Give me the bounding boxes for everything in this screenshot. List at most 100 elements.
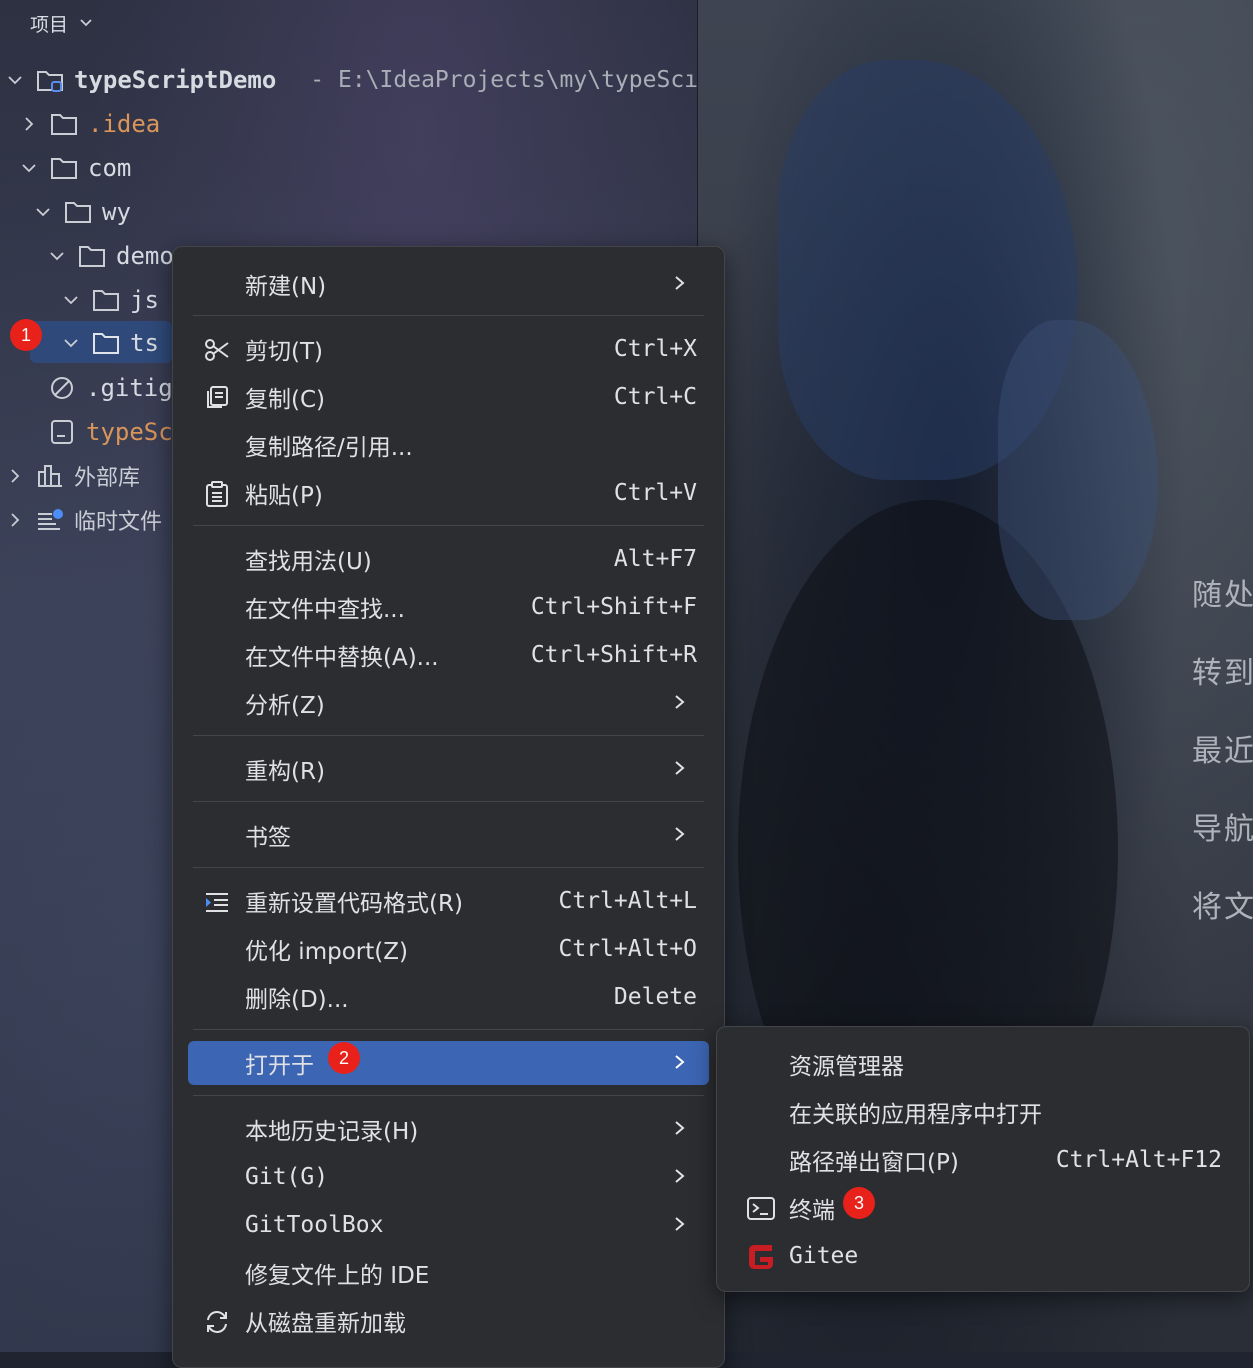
folder-icon [92, 287, 122, 313]
menu-item-reload-from-disk[interactable]: 从磁盘重新加载 [188, 1299, 709, 1343]
tree-item-label: ts [130, 329, 159, 357]
tree-item-scratches[interactable]: 临时文件 [6, 500, 162, 540]
welcome-hint-goto-file: 转到 [1192, 656, 1253, 691]
chevron-down-icon[interactable] [62, 334, 80, 352]
chevron-right-icon [675, 761, 685, 775]
chevron-right-icon [675, 1121, 685, 1135]
tree-item-com[interactable]: com [20, 148, 131, 188]
menu-item-label: 修复文件上的 IDE [245, 1263, 430, 1289]
menu-separator [193, 315, 704, 316]
menu-item-label: GitToolBox [245, 1212, 384, 1238]
menu-item-label: 删除(D)... [245, 987, 349, 1013]
menu-item-label: 从磁盘重新加载 [245, 1311, 406, 1337]
menu-item-shortcut: Ctrl+V [613, 480, 697, 506]
menu-separator [193, 735, 704, 736]
tree-item-label: 外部库 [74, 466, 141, 491]
step-badge-1: 1 [10, 319, 42, 351]
folder-icon [50, 111, 80, 137]
menu-item-optimize-imports[interactable]: 优化 import(Z) Ctrl+Alt+O [188, 927, 709, 971]
step-badge-2: 2 [328, 1042, 360, 1074]
menu-item-cut[interactable]: 剪切(T) Ctrl+X [188, 327, 709, 371]
submenu-item-label: Gitee [789, 1243, 859, 1269]
welcome-hint-navigation-bar: 导航 [1192, 812, 1253, 847]
terminal-icon [745, 1193, 777, 1225]
tree-item-demo[interactable]: demo [48, 236, 174, 276]
menu-item-replace-in-files[interactable]: 在文件中替换(A)... Ctrl+Shift+R [188, 633, 709, 677]
welcome-hint-recent-files: 最近 [1192, 734, 1253, 769]
reload-icon [202, 1307, 232, 1337]
menu-item-new[interactable]: 新建(N) [188, 262, 709, 306]
tree-item-label: .idea [88, 110, 161, 138]
submenu-item-label: 资源管理器 [789, 1054, 904, 1080]
module-folder-icon [36, 67, 66, 93]
submenu-item-label: 在关联的应用程序中打开 [789, 1102, 1042, 1128]
tree-item-ts[interactable]: ts [62, 323, 159, 363]
menu-item-git[interactable]: Git(G) [188, 1155, 709, 1199]
menu-item-copy-path[interactable]: 复制路径/引用... [188, 423, 709, 467]
welcome-hint-drop-files: 将文 [1192, 890, 1253, 925]
tree-item-label: demo [116, 242, 174, 270]
chevron-right-icon[interactable] [6, 511, 24, 529]
submenu-item-associated-app[interactable]: 在关联的应用程序中打开 [717, 1089, 1249, 1135]
submenu-item-explorer[interactable]: 资源管理器 [717, 1041, 1249, 1087]
menu-item-paste[interactable]: 粘贴(P) Ctrl+V [188, 471, 709, 515]
menu-item-shortcut: Ctrl+X [613, 336, 697, 362]
chevron-down-icon[interactable] [48, 247, 66, 265]
chevron-down-icon[interactable] [6, 71, 24, 89]
folder-icon [92, 330, 122, 356]
menu-item-local-history[interactable]: 本地历史记录(H) [188, 1107, 709, 1151]
tree-item-label: wy [102, 198, 131, 226]
menu-item-open-in[interactable]: 打开于 [188, 1041, 709, 1085]
menu-item-analyze[interactable]: 分析(Z) [188, 681, 709, 725]
menu-item-gittoolbox[interactable]: GitToolBox [188, 1203, 709, 1247]
menu-item-shortcut: Ctrl+Shift+F [530, 594, 697, 620]
menu-item-bookmarks[interactable]: 书签 [188, 813, 709, 857]
tree-item-wy[interactable]: wy [34, 192, 131, 232]
tree-item-js[interactable]: js [62, 280, 159, 320]
menu-item-label: 本地历史记录(H) [245, 1119, 419, 1145]
tree-item-iml[interactable]: typeSc [48, 412, 173, 452]
copy-icon [202, 383, 232, 413]
submenu-item-terminal[interactable]: 终端 [717, 1185, 1249, 1231]
background-art-shape [998, 320, 1158, 620]
tree-item-gitignore[interactable]: .gitig [48, 368, 173, 408]
tree-item-idea[interactable]: .idea [20, 104, 160, 144]
menu-item-repair-ide[interactable]: 修复文件上的 IDE [188, 1251, 709, 1295]
menu-item-shortcut: Ctrl+Alt+O [558, 936, 697, 962]
step-badge-3: 3 [843, 1187, 875, 1219]
tree-item-label: 临时文件 [74, 510, 163, 535]
folder-icon [64, 199, 94, 225]
chevron-right-icon [675, 1169, 685, 1183]
menu-separator [193, 525, 704, 526]
menu-item-label: 剪切(T) [245, 339, 323, 365]
module-file-icon [48, 419, 78, 445]
tree-item-typescriptdemo[interactable]: typeScriptDemo - E:\IdeaProjects\my\type… [6, 60, 698, 100]
menu-item-label: 在文件中替换(A)... [245, 645, 439, 671]
menu-item-refactor[interactable]: 重构(R) [188, 747, 709, 791]
scissors-icon [202, 335, 232, 365]
chevron-down-icon[interactable] [20, 159, 38, 177]
menu-item-copy[interactable]: 复制(C) Ctrl+C [188, 375, 709, 419]
chevron-right-icon[interactable] [6, 467, 24, 485]
context-menu: 新建(N) 剪切(T) Ctrl+X 复制(C) Ctrl+C 复制路径/引用.… [172, 246, 725, 1368]
tree-item-external-libraries[interactable]: 外部库 [6, 456, 140, 496]
menu-separator [193, 867, 704, 868]
chevron-right-icon[interactable] [20, 115, 38, 133]
submenu-item-label: 路径弹出窗口(P) [789, 1150, 959, 1176]
submenu-item-gitee[interactable]: Gitee [717, 1233, 1249, 1279]
chevron-down-icon[interactable] [34, 203, 52, 221]
project-pane-title[interactable]: 项目 [30, 10, 94, 37]
menu-item-delete[interactable]: 删除(D)... Delete [188, 975, 709, 1019]
folder-icon [50, 155, 80, 181]
menu-item-reformat-code[interactable]: 重新设置代码格式(R) Ctrl+Alt+L [188, 879, 709, 923]
menu-item-find-in-files[interactable]: 在文件中查找... Ctrl+Shift+F [188, 585, 709, 629]
chevron-down-icon[interactable] [62, 291, 80, 309]
tree-item-label: com [88, 154, 132, 182]
menu-item-label: 复制路径/引用... [245, 435, 413, 461]
menu-item-label: 优化 import(Z) [245, 939, 408, 965]
chevron-down-icon [78, 14, 94, 34]
menu-separator [193, 1029, 704, 1030]
submenu-item-path-popup[interactable]: 路径弹出窗口(P) Ctrl+Alt+F12 [717, 1137, 1249, 1183]
menu-item-shortcut: Alt+F7 [613, 546, 697, 572]
menu-item-find-usages[interactable]: 查找用法(U) Alt+F7 [188, 537, 709, 581]
